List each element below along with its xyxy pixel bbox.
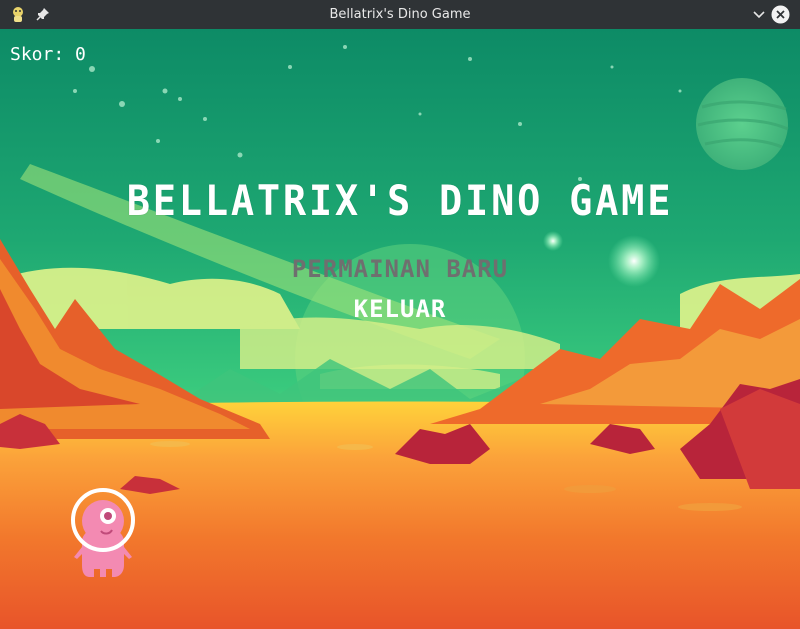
alien-player-character <box>71 488 135 577</box>
game-title: BELLATRIX'S DINO GAME <box>126 176 674 225</box>
close-icon[interactable] <box>771 5 790 24</box>
game-canvas[interactable]: Skor: 0 BELLATRIX'S DINO GAME PERMAINAN … <box>0 29 800 629</box>
menu-new-game[interactable]: PERMAINAN BARU <box>0 255 800 283</box>
window-title: Bellatrix's Dino Game <box>329 7 471 22</box>
game-window: Bellatrix's Dino Game Skor: 0 BELLATRIX'… <box>0 0 800 629</box>
score-label: Skor: 0 <box>10 44 86 65</box>
menu-exit[interactable]: KELUAR <box>0 295 800 323</box>
minimize-icon[interactable] <box>750 5 768 23</box>
title-bar[interactable]: Bellatrix's Dino Game <box>0 0 800 29</box>
